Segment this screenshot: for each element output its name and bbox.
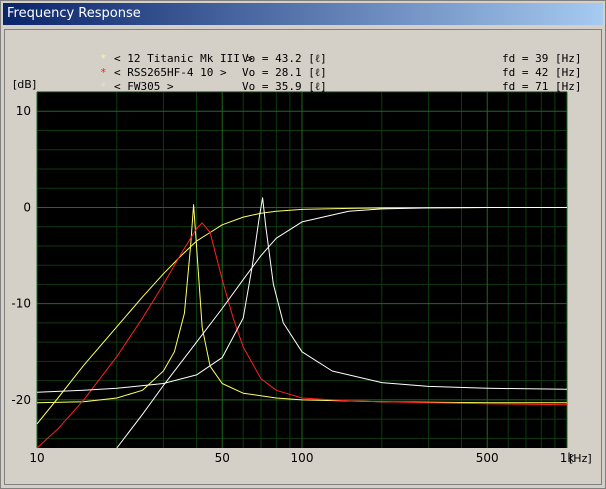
x-tick-label: 50 xyxy=(215,451,230,465)
app-window: Frequency Response * < 12 Titanic Mk III … xyxy=(0,0,606,489)
frequency-response-chart: 100-10-2010 50 100 500 1k [dB] [Hz] xyxy=(11,78,592,465)
y-axis-unit: [dB] xyxy=(13,78,36,91)
y-tick-label: 10 xyxy=(16,104,31,118)
grid xyxy=(36,91,568,448)
x-axis-unit: [Hz] xyxy=(569,452,592,465)
y-tick-label: 0 xyxy=(23,200,31,214)
x-tick-label: 500 xyxy=(476,451,499,465)
x-tick-label: 10 xyxy=(29,451,44,465)
y-tick-label: -10 xyxy=(11,297,31,311)
plot-panel: * < 12 Titanic Mk III >Vo = 43.2 [ℓ] fd = … xyxy=(4,29,602,485)
x-tick-label: 100 xyxy=(291,451,314,465)
window-title: Frequency Response xyxy=(3,3,603,25)
y-tick-label: -20 xyxy=(11,393,31,407)
